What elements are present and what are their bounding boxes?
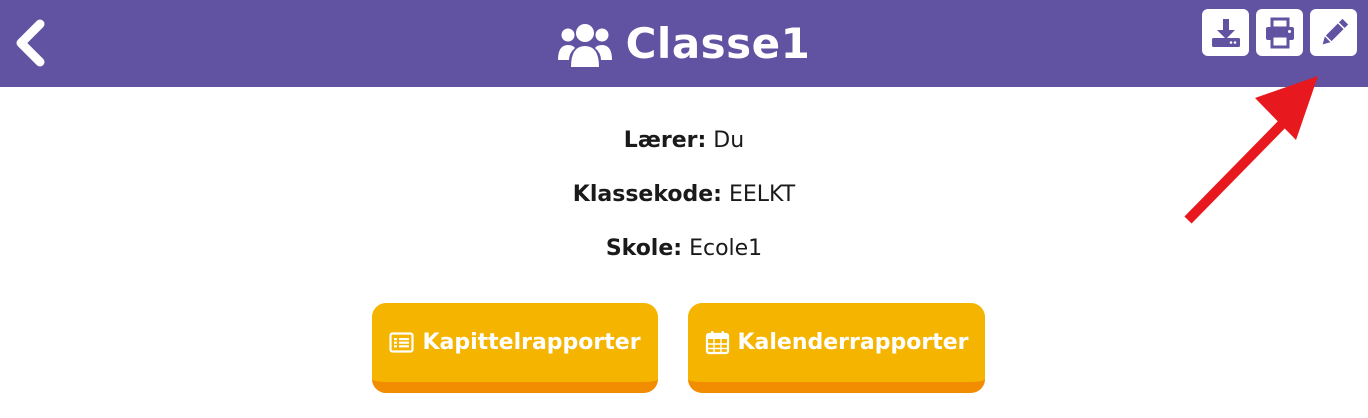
chevron-left-icon xyxy=(16,19,45,67)
title-group: Classe1 xyxy=(0,0,1368,87)
chapter-reports-label: Kapittelrapporter xyxy=(422,330,641,355)
back-button[interactable] xyxy=(10,18,50,68)
calendar-reports-button[interactable]: Kalenderrapporter xyxy=(688,303,985,393)
header-bar: Classe1 xyxy=(0,0,1368,87)
header-toolbar xyxy=(1202,9,1357,56)
page-title: Classe1 xyxy=(625,19,811,68)
download-button[interactable] xyxy=(1202,9,1249,56)
pencil-icon xyxy=(1322,18,1348,44)
class-code-row: Klassekode: EELKT xyxy=(0,182,1368,207)
school-row: Skole: Ecole1 xyxy=(0,236,1368,261)
print-button[interactable] xyxy=(1256,9,1303,56)
calendar-reports-label: Kalenderrapporter xyxy=(737,330,969,355)
calendar-icon xyxy=(705,331,729,355)
class-code-value: EELKT xyxy=(728,182,796,207)
teacher-label: Lærer: xyxy=(623,128,707,153)
download-icon xyxy=(1211,18,1240,47)
red-arrow-annotation xyxy=(1184,76,1318,224)
school-value: Ecole1 xyxy=(689,236,763,261)
teacher-value: Du xyxy=(713,128,745,153)
edit-button[interactable] xyxy=(1310,9,1357,56)
school-label: Skole: xyxy=(605,236,683,261)
list-alt-icon xyxy=(389,332,415,353)
class-code-label: Klassekode: xyxy=(572,182,722,207)
teacher-row: Lærer: Du xyxy=(0,128,1368,153)
printer-icon xyxy=(1265,17,1294,48)
class-page: Classe1 Lærer: Du Klassekode: EELKT Skol… xyxy=(0,0,1368,418)
users-group-icon xyxy=(557,23,612,67)
chapter-reports-button[interactable]: Kapittelrapporter xyxy=(372,303,658,393)
